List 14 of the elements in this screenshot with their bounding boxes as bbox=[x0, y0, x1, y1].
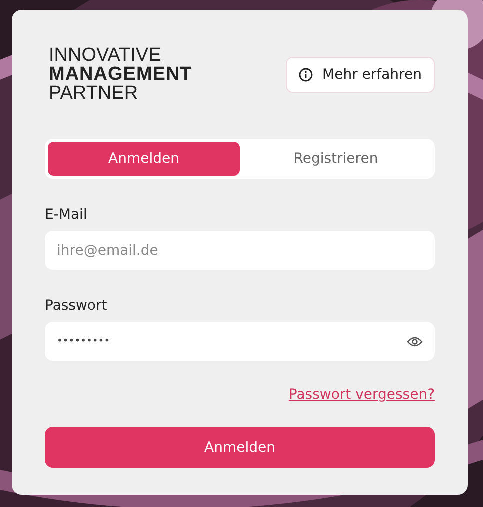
email-field[interactable]: ihre@email.de bbox=[45, 231, 435, 270]
eye-icon[interactable] bbox=[407, 336, 423, 348]
login-button[interactable]: Anmelden bbox=[45, 427, 435, 468]
logo-text: PARTNER bbox=[49, 84, 140, 103]
info-button[interactable]: Mehr erfahren bbox=[286, 56, 435, 92]
logo-text: MANAGEMENT bbox=[49, 65, 192, 84]
password-field[interactable]: ••••••••• bbox=[45, 322, 435, 361]
field-label: E-Mail bbox=[45, 207, 88, 225]
tab[interactable]: Registrieren bbox=[240, 142, 432, 176]
forgot-password-link[interactable]: Passwort vergessen? bbox=[288, 387, 435, 403]
info-icon bbox=[298, 68, 313, 82]
logo-text: INNOVATIVE bbox=[49, 46, 162, 65]
tab[interactable]: Anmelden bbox=[48, 142, 240, 176]
field-label: Passwort bbox=[45, 298, 108, 316]
